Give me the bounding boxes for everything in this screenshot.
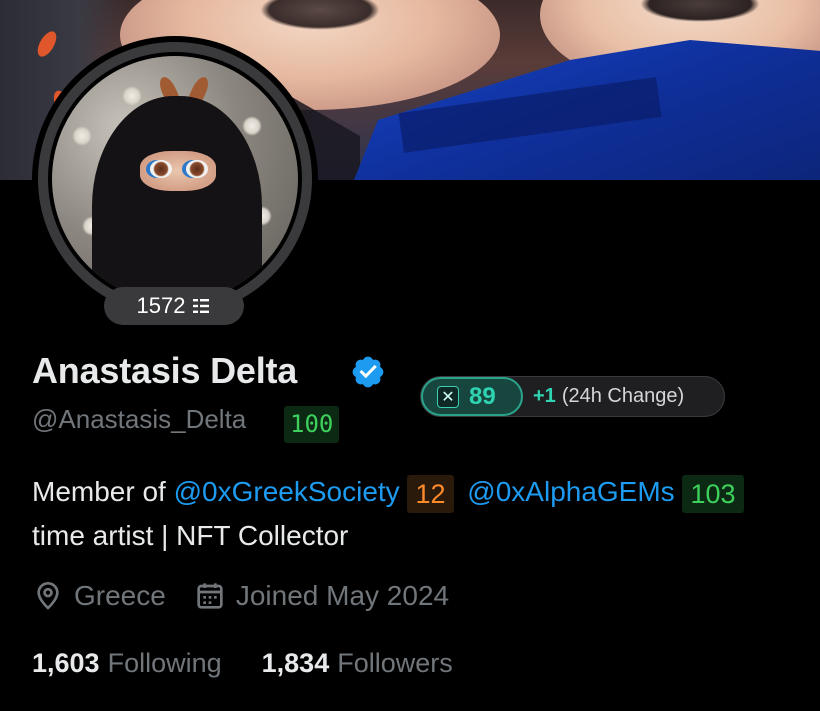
- handle-score-tag[interactable]: 100: [284, 406, 340, 443]
- avatar[interactable]: [52, 56, 298, 302]
- following-label: Following: [107, 648, 222, 678]
- display-name: Anastasis Delta: [32, 350, 298, 391]
- mention-score-tag[interactable]: 103: [682, 474, 744, 513]
- followers-label: Followers: [337, 648, 453, 678]
- bio-continuation: time artist | NFT Collector: [32, 520, 349, 551]
- avatar-ring[interactable]: [32, 36, 318, 322]
- followers-link[interactable]: 1,834 Followers: [262, 648, 453, 679]
- bio: Member of @0xGreekSociety 12 @0xAlphaGEM…: [32, 470, 820, 558]
- mention-score-tag[interactable]: 12: [407, 474, 454, 513]
- followers-count: 1,834: [261, 648, 330, 678]
- avatar-score: 1572: [136, 293, 186, 318]
- score-delta-label: (24h Change): [561, 385, 685, 407]
- avatar-hijab: [92, 96, 262, 302]
- avatar-flower: [72, 126, 92, 146]
- joined-text: Joined May 2024: [235, 580, 450, 611]
- bio-prefix: Member of: [32, 476, 166, 507]
- avatar-flower: [122, 86, 142, 106]
- handle: @Anastasis_Delta: [32, 404, 247, 434]
- profile-meta: Greece Joined May 2024: [32, 580, 477, 612]
- bio-mention-link[interactable]: @0xGreekSociety: [174, 476, 400, 507]
- follow-stats: 1,603 Following 1,834 Followers: [32, 648, 493, 679]
- location-text: Greece: [74, 580, 166, 611]
- bio-mention-link[interactable]: @0xAlphaGEMs: [467, 476, 674, 507]
- score-bars-icon: [193, 299, 210, 313]
- calendar-icon: [197, 583, 223, 609]
- verified-badge-icon[interactable]: [350, 354, 386, 390]
- following-link[interactable]: 1,603 Following: [32, 648, 222, 679]
- score-badge-group[interactable]: ✕ 89 +1 (24h Change): [420, 376, 725, 417]
- score-change: +1 (24h Change): [523, 385, 684, 408]
- location-item: Greece: [32, 580, 166, 612]
- following-count: 1,603: [32, 648, 100, 678]
- avatar-eye: [150, 160, 172, 178]
- location-pin-icon: [37, 582, 59, 610]
- score-delta: +1: [533, 385, 556, 407]
- score-value: 89: [469, 382, 496, 410]
- score-badge[interactable]: ✕ 89: [421, 377, 523, 416]
- avatar-score-pill[interactable]: 1572: [104, 287, 244, 325]
- x-logo-icon: ✕: [437, 385, 459, 408]
- joined-item: Joined May 2024: [194, 580, 449, 612]
- avatar-eye: [186, 160, 208, 178]
- avatar-flower: [242, 116, 262, 136]
